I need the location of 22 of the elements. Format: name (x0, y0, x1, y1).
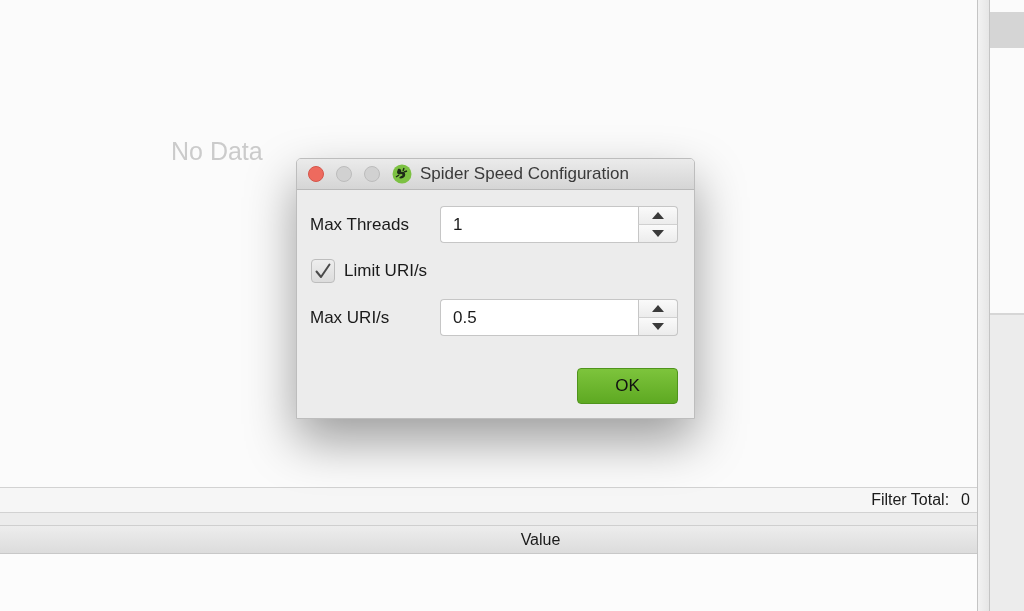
window-title: Spider Speed Configuration (420, 164, 629, 184)
filter-total-label: Filter Total: (871, 491, 950, 509)
down-triangle-icon (652, 323, 664, 330)
up-triangle-icon (652, 305, 664, 312)
number-field[interactable]: 0.5 (440, 299, 638, 336)
step-up-button[interactable] (638, 206, 678, 225)
down-triangle-icon (652, 230, 664, 237)
up-triangle-icon (652, 212, 664, 219)
step-down-button[interactable] (638, 225, 678, 243)
ok-button[interactable]: OK (577, 368, 678, 404)
close-button[interactable] (308, 166, 324, 182)
filter-total-value: 0 (961, 491, 970, 509)
splitter-handle[interactable] (978, 0, 990, 611)
step-up-button[interactable] (638, 299, 678, 318)
field-label: Max Threads (310, 214, 410, 235)
field-label: Max URI/s (310, 307, 391, 328)
number-field[interactable]: 1 (440, 206, 638, 243)
checkbox[interactable] (311, 259, 335, 283)
checkmark-icon (315, 263, 331, 279)
step-down-button[interactable] (638, 318, 678, 336)
checkbox-label: Limit URI/s (344, 261, 428, 281)
app-logo-icon (392, 164, 412, 184)
